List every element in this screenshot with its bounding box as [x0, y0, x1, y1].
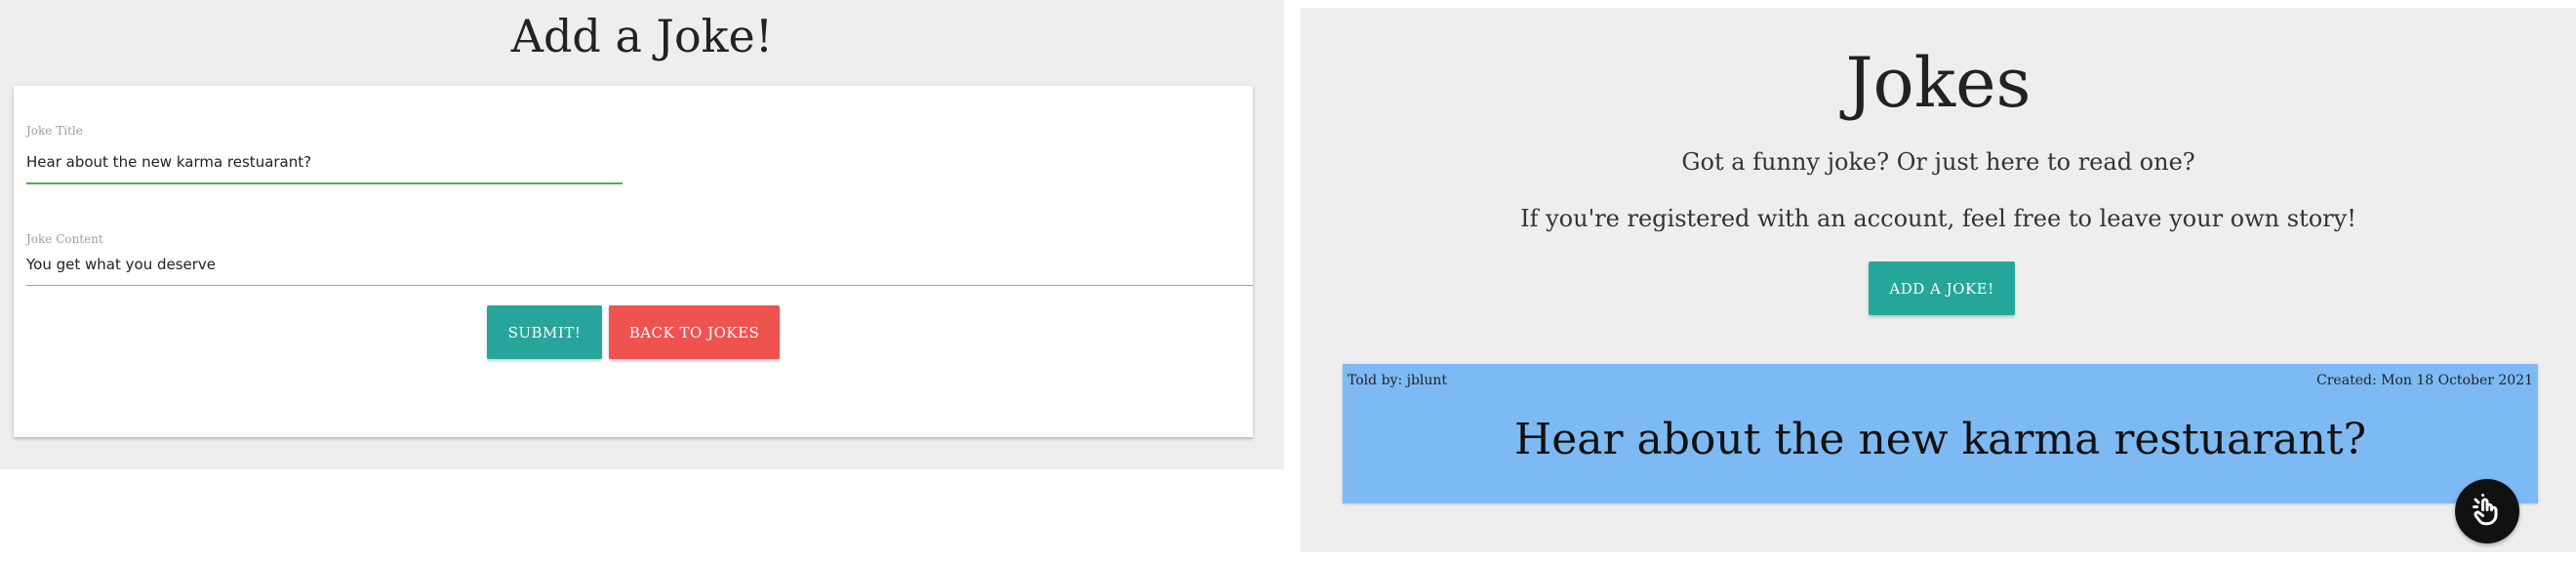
tagline-invite: If you're registered with an account, fe…: [1520, 205, 2356, 232]
tagline-question: Got a funny joke? Or just here to read o…: [1681, 148, 2195, 176]
joke-author: Told by: jblunt: [1348, 373, 1448, 388]
pointer-hand-icon: [2473, 494, 2498, 526]
back-to-jokes-button[interactable]: BACK TO JOKES: [609, 305, 780, 359]
add-joke-panel: Add a Joke! Joke Title Joke Content SUBM…: [0, 0, 1284, 469]
submit-button[interactable]: SUBMIT!: [487, 305, 602, 359]
joke-created-date: Created: Mon 18 October 2021: [2316, 373, 2533, 388]
joke-content-label: Joke Content: [26, 232, 103, 246]
joke-card[interactable]: Told by: jblunt Created: Mon 18 October …: [1343, 364, 2538, 503]
floating-action-button[interactable]: [2455, 479, 2519, 543]
add-joke-form: Joke Title Joke Content SUBMIT! BACK TO …: [14, 86, 1253, 437]
jokes-panel: Jokes Got a funny joke? Or just here to …: [1301, 8, 2576, 552]
joke-title-underline: [26, 182, 623, 184]
joke-content-input[interactable]: [26, 254, 1240, 275]
jokes-page-title: Jokes: [1845, 43, 2032, 123]
joke-title: Hear about the new karma restuarant?: [1513, 415, 2367, 464]
add-joke-button[interactable]: ADD A JOKE!: [1869, 261, 2015, 315]
joke-title-label: Joke Title: [26, 124, 83, 138]
joke-content-underline: [26, 285, 1253, 286]
joke-title-input[interactable]: [26, 151, 622, 173]
page-title: Add a Joke!: [510, 10, 774, 62]
